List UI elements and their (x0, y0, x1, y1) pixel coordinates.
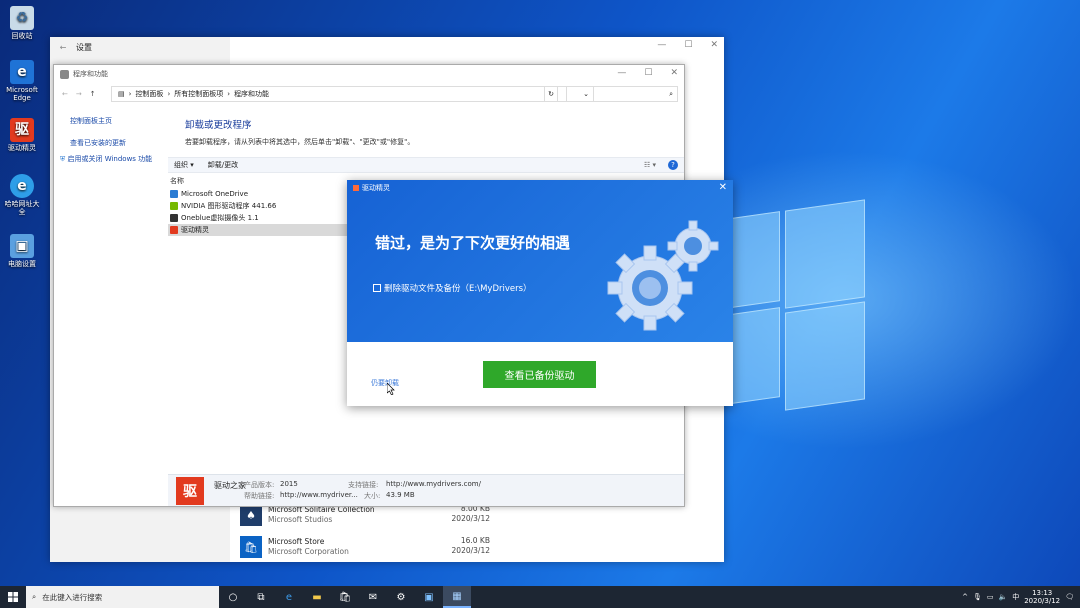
pc-settings-icon: ▣ (10, 234, 34, 258)
drivergenius-icon (170, 226, 178, 234)
taskbar-search-input[interactable]: ⌕ 在此键入进行搜索 (26, 586, 219, 608)
minimize-icon[interactable]: — (657, 40, 666, 50)
edge-icon: e (10, 60, 34, 84)
drivergenius-icon: 驱 (10, 118, 34, 142)
file-explorer-icon[interactable]: ▬ (303, 586, 331, 608)
help-icon[interactable]: ? (668, 160, 678, 170)
forward-icon[interactable]: → (76, 90, 82, 98)
system-tray: ^ 🎙 ▭ 🔈 中 13:13 2020/3/12 🗨 (962, 586, 1080, 608)
dialog-banner: 驱动精灵 ✕ 错过，是为了下次更好的相遇 删除驱动文件及备份（E:\MyDriv… (347, 180, 733, 342)
maximize-icon[interactable]: ☐ (644, 68, 652, 78)
control-panel-taskbar-icon[interactable]: ▣ (415, 586, 443, 608)
sidebar-item-home[interactable]: 控制面板主页 (54, 113, 166, 129)
cp-titlebar: 程序和功能 (54, 65, 684, 83)
checkbox-icon (373, 284, 381, 292)
windows-start-icon (8, 592, 18, 602)
desktop-icon-recycle-bin[interactable]: ♻ 回收站 (2, 6, 42, 40)
sidebar-item-installed-updates[interactable]: 查看已安装的更新 (54, 135, 166, 151)
search-input[interactable]: ⌕ (566, 86, 678, 102)
solitaire-icon: ♠ (240, 504, 262, 526)
table-row[interactable]: Microsoft OneDrive (168, 188, 348, 200)
edge-taskbar-icon[interactable]: e (275, 586, 303, 608)
address-bar: ← → ↑ ▤ › 控制面板 › 所有控制面板项 › 程序和功能 ⌄ ↻ ⌕ (54, 86, 684, 102)
page-description: 若要卸载程序，请从列表中将其选中，然后单击"卸载"、"更改"或"修复"。 (185, 138, 415, 146)
mail-icon[interactable]: ✉ (359, 586, 387, 608)
cp-sidebar: 控制面板主页 查看已安装的更新 ⛨ 启用或关闭 Windows 功能 (54, 105, 166, 167)
delete-backup-checkbox[interactable]: 删除驱动文件及备份（E:\MyDrivers） (373, 282, 532, 294)
drivergenius-taskbar-icon[interactable]: ▦ (443, 586, 471, 608)
folder-icon: ▤ (118, 90, 125, 98)
camera-icon (170, 214, 178, 222)
network-icon[interactable]: ▭ (987, 593, 994, 601)
minimize-icon[interactable]: — (617, 68, 626, 78)
page-title: 卸载或更改程序 (185, 120, 252, 131)
app-meta: 8.00 KB 2020/3/12 (451, 504, 490, 523)
close-icon[interactable]: ✕ (670, 68, 678, 78)
ie-icon: e (10, 174, 34, 198)
table-row[interactable]: Oneblue虚拟摄像头 1.1 (168, 212, 348, 224)
details-pane: 驱 驱动之家 产品版本: 2015 支持链接: http://www.mydri… (168, 474, 684, 506)
uninstall-dialog: 驱动精灵 ✕ 错过，是为了下次更好的相遇 删除驱动文件及备份（E:\MyDriv… (347, 180, 733, 406)
nvidia-icon (170, 202, 178, 210)
publisher-name: 驱动之家 (214, 481, 246, 490)
ime-indicator[interactable]: 中 (1012, 592, 1019, 602)
refresh-icon[interactable]: ↻ (544, 86, 558, 102)
view-options-icon[interactable]: ☷ ▾ (644, 161, 656, 169)
close-icon[interactable]: ✕ (710, 40, 718, 50)
store-icon: 🛍 (240, 536, 262, 558)
cortana-icon[interactable]: ○ (219, 586, 247, 608)
uninstall-change-button[interactable]: 卸载/更改 (208, 160, 238, 170)
app-meta: 16.0 KB 2020/3/12 (451, 536, 490, 555)
taskbar: ⌕ 在此键入进行搜索 ○ ⧉ e ▬ 🛍 ✉ ⚙ ▣ ▦ ^ 🎙 ▭ 🔈 中 1… (0, 586, 1080, 608)
settings-window-controls: — ☐ ✕ (657, 40, 718, 50)
organize-button[interactable]: 组织 ▾ (174, 160, 194, 170)
search-icon: ⌕ (32, 592, 37, 601)
task-view-icon[interactable]: ⧉ (247, 586, 275, 608)
back-arrow-icon[interactable]: ← (50, 43, 76, 52)
settings-title: 设置 (76, 42, 92, 52)
notification-icon[interactable]: 🗨 (1065, 593, 1074, 601)
desktop-icon-haha-browser[interactable]: e 哈哈网址大全 (2, 174, 42, 216)
dialog-title: 驱动精灵 (353, 183, 390, 193)
nav-buttons: ← → ↑ (54, 90, 104, 98)
close-icon[interactable]: ✕ (719, 182, 727, 193)
maximize-icon[interactable]: ☐ (684, 40, 692, 50)
chevron-right-icon: › (227, 90, 231, 98)
breadcrumb[interactable]: ▤ › 控制面板 › 所有控制面板项 › 程序和功能 ⌄ (111, 86, 594, 102)
microphone-icon[interactable]: 🎙 (973, 593, 982, 601)
onedrive-icon (170, 190, 178, 198)
drivergenius-icon (353, 185, 359, 191)
settings-taskbar-icon[interactable]: ⚙ (387, 586, 415, 608)
up-icon[interactable]: ↑ (90, 90, 96, 98)
desktop-icon-edge[interactable]: e Microsoft Edge (2, 60, 42, 102)
cp-window-controls: — ☐ ✕ (617, 68, 678, 78)
gears-icon (607, 220, 719, 331)
start-button[interactable] (0, 586, 26, 608)
clock[interactable]: 13:13 2020/3/12 (1024, 589, 1060, 605)
windows-logo-wallpaper (725, 199, 870, 415)
volume-icon[interactable]: 🔈 (998, 593, 1007, 601)
control-panel-icon (60, 69, 69, 79)
mouse-cursor-icon (387, 383, 395, 395)
dialog-headline: 错过，是为了下次更好的相遇 (375, 234, 571, 252)
back-icon[interactable]: ← (62, 90, 68, 98)
desktop-icon-pc-settings[interactable]: ▣ 电脑设置 (2, 234, 42, 268)
table-row[interactable]: NVIDIA 图形驱动程序 441.66 (168, 200, 348, 212)
drivergenius-logo-icon: 驱 (176, 477, 204, 505)
desktop-icon-drivergenius[interactable]: 驱 驱动精灵 (2, 118, 42, 152)
programs-toolbar: 组织 ▾ 卸载/更改 ☷ ▾ ? (168, 157, 684, 173)
store-taskbar-icon[interactable]: 🛍 (331, 586, 359, 608)
table-row-selected[interactable]: 驱动精灵 (168, 224, 348, 236)
sidebar-item-windows-features[interactable]: ⛨ 启用或关闭 Windows 功能 (54, 151, 166, 167)
search-icon: ⌕ (669, 90, 673, 98)
view-backup-drivers-button[interactable]: 查看已备份驱动 (483, 361, 596, 388)
shield-icon: ⛨ (60, 155, 66, 163)
chevron-right-icon: › (128, 90, 132, 98)
recycle-bin-icon: ♻ (10, 6, 34, 30)
chevron-up-icon[interactable]: ^ (962, 593, 968, 601)
chevron-right-icon: › (167, 90, 171, 98)
